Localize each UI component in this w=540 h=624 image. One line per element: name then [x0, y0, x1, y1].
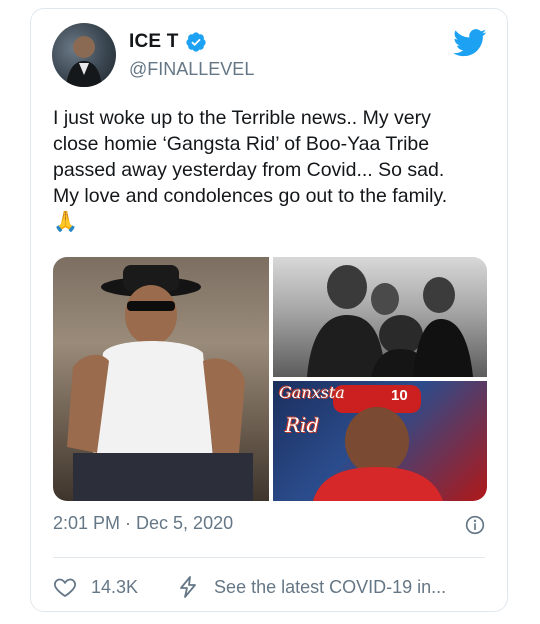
heart-icon [54, 578, 76, 598]
photo-gangsta-rid-portrait[interactable]: Ganxsta Rid 10 [273, 381, 487, 501]
covid-info-text: See the latest COVID-19 in... [214, 576, 447, 597]
tweet-text-line: passed away yesterday from Covid... So s… [53, 159, 445, 181]
photo-gangsta-rid-crouching[interactable] [53, 257, 269, 501]
action-bar: 14.3K See the latest COVID-19 in... [53, 571, 485, 603]
info-icon[interactable] [465, 515, 485, 535]
cap-number: 10 [391, 387, 408, 404]
tweet-timestamp[interactable]: 2:01 PM · Dec 5, 2020 [53, 513, 233, 534]
tweet-text: I just woke up to the Terrible news.. My… [53, 105, 493, 234]
like-count: 14.3K [91, 576, 139, 597]
photo-boo-yaa-tribe-group[interactable] [273, 257, 487, 377]
divider [53, 557, 485, 558]
photo-illustration [67, 265, 253, 501]
avatar[interactable] [52, 23, 116, 87]
tweet-card: ICE T @FINALLEVEL I just woke up to the … [30, 8, 508, 612]
covid-info-link[interactable]: See the latest COVID-19 in... [176, 575, 446, 599]
overlay-caption-rid: Rid [285, 413, 320, 437]
verified-badge-icon [185, 32, 206, 52]
lightning-bolt-icon [180, 576, 196, 598]
twitter-bird-icon[interactable] [453, 29, 487, 57]
tweet-text-line: I just woke up to the Terrible news.. My… [53, 107, 431, 129]
overlay-caption-ganxsta: Ganxsta [279, 383, 345, 402]
praying-hands-emoji: 🙏 [53, 211, 78, 233]
tweet-text-line: close homie ‘Gangsta Rid’ of Boo-Yaa Tri… [53, 133, 430, 155]
author-name[interactable]: ICE T [129, 31, 179, 53]
like-button[interactable]: 14.3K [53, 575, 138, 599]
author-name-row: ICE T [129, 31, 207, 53]
avatar-image [66, 36, 102, 87]
tweet-text-line: My love and condolences go out to the fa… [53, 185, 448, 207]
photo-illustration [307, 265, 473, 377]
author-handle[interactable]: @FINALLEVEL [129, 59, 254, 80]
media-grid: Ganxsta Rid 10 [53, 257, 487, 501]
